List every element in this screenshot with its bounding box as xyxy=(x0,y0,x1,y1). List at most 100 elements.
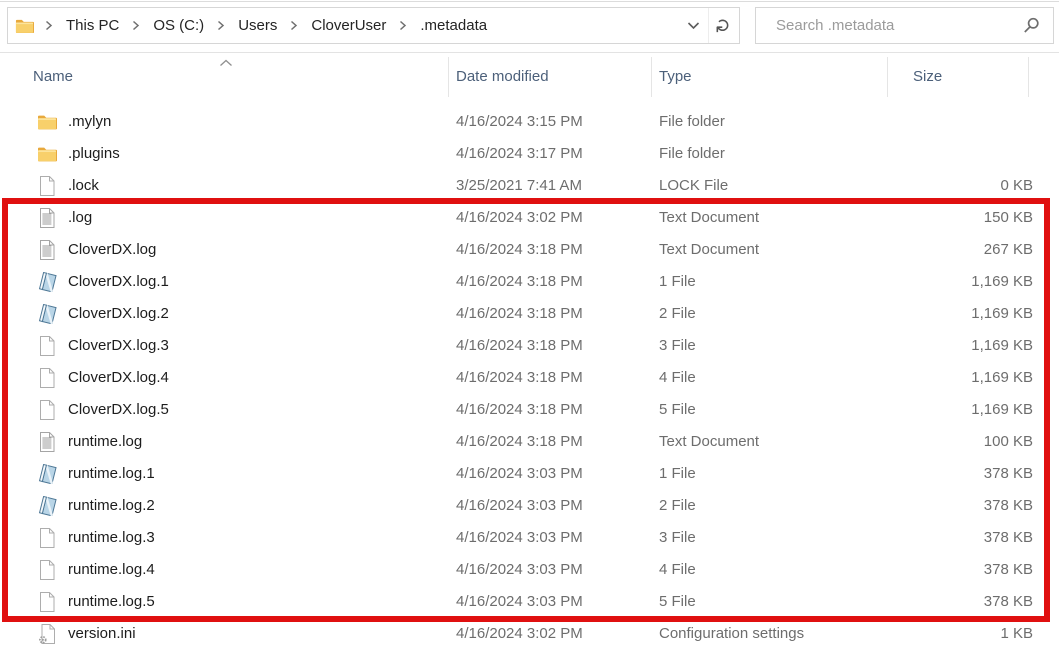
file-row[interactable]: .lock 3/25/2021 7:41 AM LOCK File 0 KB xyxy=(0,170,1059,202)
file-date-modified: 4/16/2024 3:03 PM xyxy=(456,465,583,482)
file-size: 1,169 KB xyxy=(887,337,1033,354)
file-row[interactable]: runtime.log 4/16/2024 3:18 PM Text Documen… xyxy=(0,426,1059,458)
file-list: .mylyn4/16/2024 3:15 PMFile folder.plugi… xyxy=(0,106,1059,650)
file-type: 4 File xyxy=(659,369,696,386)
file-date-modified: 4/16/2024 3:03 PM xyxy=(456,593,583,610)
breadcrumb-chevron-icon xyxy=(217,20,225,31)
file-row[interactable]: CloverDX.log.44/16/2024 3:18 PM4 File1,1… xyxy=(0,362,1059,394)
file-row[interactable]: .log4/16/2024 3:02 PMText Document150 KB xyxy=(0,202,1059,234)
search-box[interactable] xyxy=(755,7,1054,44)
file-row[interactable]: CloverDX.log4/16/2024 3:18 PMText Docume… xyxy=(0,234,1059,266)
file-row[interactable]: runtime.log.34/16/2024 3:03 PM3 File378 … xyxy=(0,522,1059,554)
blank-file-icon xyxy=(36,528,58,548)
file-size: 1 KB xyxy=(887,625,1033,642)
file-name: runtime.log.5 xyxy=(68,593,155,610)
column-header-name[interactable]: Name xyxy=(33,68,73,85)
refresh-icon: ↻ xyxy=(714,18,733,34)
file-size: 378 KB xyxy=(887,561,1033,578)
ini-file-icon xyxy=(36,624,58,644)
column-header-size[interactable]: Size xyxy=(913,68,942,85)
file-date-modified: 4/16/2024 3:18 PM xyxy=(456,433,583,450)
file-type: File folder xyxy=(659,145,725,162)
breadcrumb-item[interactable]: CloverUser xyxy=(309,17,388,34)
column-resize-handle[interactable] xyxy=(448,57,449,97)
file-row[interactable]: .plugins4/16/2024 3:17 PMFile folder xyxy=(0,138,1059,170)
file-name: CloverDX.log.5 xyxy=(68,401,169,418)
column-header-type[interactable]: Type xyxy=(659,68,692,85)
file-type: 1 File xyxy=(659,465,696,482)
address-bar[interactable]: This PC OS (C:) Users CloverUser .metadata ↻ xyxy=(7,7,740,44)
file-size: 378 KB xyxy=(887,465,1033,482)
file-name: CloverDX.log.1 xyxy=(68,273,169,290)
file-date-modified: 4/16/2024 3:18 PM xyxy=(456,401,583,418)
file-name: .lock xyxy=(68,177,99,194)
file-type: 5 File xyxy=(659,593,696,610)
breadcrumb-item[interactable]: This PC xyxy=(64,17,121,34)
file-size: 378 KB xyxy=(887,497,1033,514)
folder-icon xyxy=(36,112,58,132)
blank-file-icon xyxy=(36,176,58,196)
file-type: LOCK File xyxy=(659,177,728,194)
log-book-icon xyxy=(36,464,58,484)
file-date-modified: 4/16/2024 3:02 PM xyxy=(456,209,583,226)
file-type: Text Document xyxy=(659,433,759,450)
log-book-icon xyxy=(36,304,58,324)
refresh-button[interactable]: ↻ xyxy=(709,8,739,43)
folder-icon xyxy=(36,144,58,164)
breadcrumb-item[interactable]: OS (C:) xyxy=(151,17,206,34)
address-dropdown-button[interactable] xyxy=(678,8,708,43)
file-date-modified: 4/16/2024 3:02 PM xyxy=(456,625,583,642)
file-type: 4 File xyxy=(659,561,696,578)
text-file-icon xyxy=(36,208,58,228)
file-type: 2 File xyxy=(659,497,696,514)
search-input[interactable] xyxy=(774,16,1023,35)
file-name: CloverDX.log.3 xyxy=(68,337,169,354)
column-resize-handle[interactable] xyxy=(887,57,888,97)
breadcrumb-chevron-icon xyxy=(290,20,298,31)
file-name: runtime.log.4 xyxy=(68,561,155,578)
file-name: runtime.log xyxy=(68,433,142,450)
file-row[interactable]: CloverDX.log.24/16/2024 3:18 PM2 File1,1… xyxy=(0,298,1059,330)
file-row[interactable]: CloverDX.log.1 4/16/2024 3:18 PM 1 File 1,1… xyxy=(0,266,1059,298)
file-name: .mylyn xyxy=(68,113,111,130)
file-row[interactable]: runtime.log.44/16/2024 3:03 PM4 File378 … xyxy=(0,554,1059,586)
text-file-icon xyxy=(36,240,58,260)
address-bar-controls: ↻ xyxy=(678,8,739,43)
file-type: 1 File xyxy=(659,273,696,290)
file-row[interactable]: runtime.log.14/16/2024 3:03 PM1 File378 … xyxy=(0,458,1059,490)
file-size: 1,169 KB xyxy=(887,305,1033,322)
breadcrumb-item[interactable]: Users xyxy=(236,17,279,34)
breadcrumb-chevron-icon xyxy=(132,20,140,31)
blank-file-icon xyxy=(36,560,58,580)
file-size: 267 KB xyxy=(887,241,1033,258)
file-row[interactable]: runtime.log.54/16/2024 3:03 PM5 File378 … xyxy=(0,586,1059,618)
file-size: 1,169 KB xyxy=(887,369,1033,386)
file-row[interactable]: CloverDX.log.5 4/16/2024 3:18 PM 5 File 1,1… xyxy=(0,394,1059,426)
file-type: 5 File xyxy=(659,401,696,418)
file-type: File folder xyxy=(659,113,725,130)
file-size: 1,169 KB xyxy=(887,273,1033,290)
file-size: 0 KB xyxy=(887,177,1033,194)
file-type: 2 File xyxy=(659,305,696,322)
file-size: 1,169 KB xyxy=(887,401,1033,418)
file-name: CloverDX.log.2 xyxy=(68,305,169,322)
column-resize-handle[interactable] xyxy=(1028,57,1029,97)
breadcrumb: This PC OS (C:) Users CloverUser .metadata xyxy=(34,17,489,34)
file-row[interactable]: .mylyn4/16/2024 3:15 PMFile folder xyxy=(0,106,1059,138)
file-size: 378 KB xyxy=(887,529,1033,546)
file-row[interactable]: version.ini4/16/2024 3:02 PMConfiguratio… xyxy=(0,618,1059,650)
breadcrumb-item[interactable]: .metadata xyxy=(418,17,489,34)
breadcrumb-chevron-icon xyxy=(399,20,407,31)
file-name: runtime.log.2 xyxy=(68,497,155,514)
file-row[interactable]: runtime.log.2 4/16/2024 3:03 PM 2 File 378 … xyxy=(0,490,1059,522)
file-date-modified: 4/16/2024 3:03 PM xyxy=(456,497,583,514)
column-header-date-modified[interactable]: Date modified xyxy=(456,68,549,85)
column-resize-handle[interactable] xyxy=(651,57,652,97)
file-type: Text Document xyxy=(659,241,759,258)
file-date-modified: 4/16/2024 3:18 PM xyxy=(456,273,583,290)
file-row[interactable]: CloverDX.log.34/16/2024 3:18 PM3 File1,1… xyxy=(0,330,1059,362)
file-date-modified: 3/25/2021 7:41 AM xyxy=(456,177,582,194)
search-icon[interactable] xyxy=(1023,17,1040,34)
file-name: version.ini xyxy=(68,625,136,642)
log-book-icon xyxy=(36,496,58,516)
